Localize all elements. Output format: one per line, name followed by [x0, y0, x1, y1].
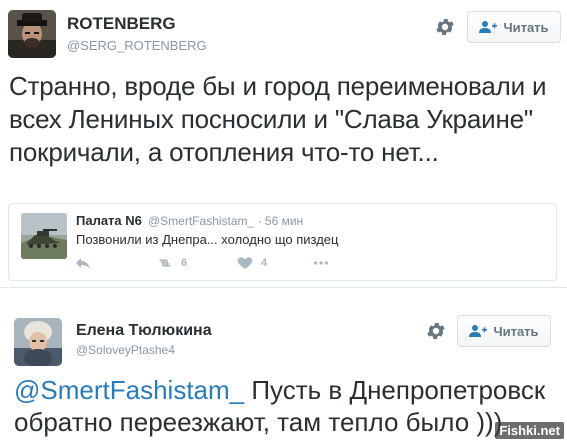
like-count: 4	[261, 257, 268, 269]
follow-button[interactable]: Читать	[467, 11, 561, 43]
gear-icon[interactable]	[425, 320, 447, 342]
like-action[interactable]: 4	[237, 256, 267, 270]
quoted-author-meta[interactable]: @SmertFashistam_ · 56 мин	[148, 214, 303, 228]
quoted-tweet-card[interactable]: Палата N6 @SmertFashistam_ · 56 мин Позв…	[8, 203, 557, 281]
quoted-timestamp: · 56 мин	[257, 214, 304, 228]
quoted-actions: 6 4	[75, 256, 335, 274]
tweet-divider	[0, 287, 567, 288]
watermark: Fishki.net	[495, 422, 564, 439]
reply-follow-button[interactable]: Читать	[457, 315, 551, 347]
reply-text: @SmertFashistam_ Пусть в Днепропетровск …	[14, 374, 554, 438]
like-icon	[237, 257, 253, 269]
author-name[interactable]: ROTENBERG	[67, 14, 176, 34]
quoted-author-avatar	[21, 213, 67, 259]
reply-icon[interactable]	[75, 256, 91, 270]
retweet-icon	[159, 259, 171, 267]
retweet-count: 6	[181, 257, 188, 269]
quoted-author-handle: @SmertFashistam_	[148, 214, 255, 228]
author-avatar[interactable]	[8, 10, 56, 58]
mention-link[interactable]: @SmertFashistam_	[14, 375, 244, 405]
gear-icon[interactable]	[434, 16, 456, 38]
author-handle[interactable]: @SERG_ROTENBERG	[67, 38, 207, 53]
reply-follow-button-label: Читать	[493, 323, 539, 339]
quoted-tweet-text: Позвонили из Днепра... холодно що пиздец	[76, 232, 339, 247]
more-icon[interactable]	[313, 256, 329, 270]
reply-author-handle[interactable]: @SoloveyPtashe4	[76, 343, 175, 357]
tweet-text: Странно, вроде бы и город переименовали …	[9, 71, 547, 167]
follow-button-label: Читать	[503, 19, 549, 35]
retweet-action[interactable]: 6	[157, 256, 187, 270]
follow-person-icon	[469, 324, 488, 338]
reply-author-avatar[interactable]	[14, 318, 62, 366]
reply-author-name[interactable]: Елена Тюлюкина	[76, 322, 212, 340]
quoted-author-name[interactable]: Палата N6	[76, 213, 142, 228]
follow-person-icon	[479, 20, 498, 34]
